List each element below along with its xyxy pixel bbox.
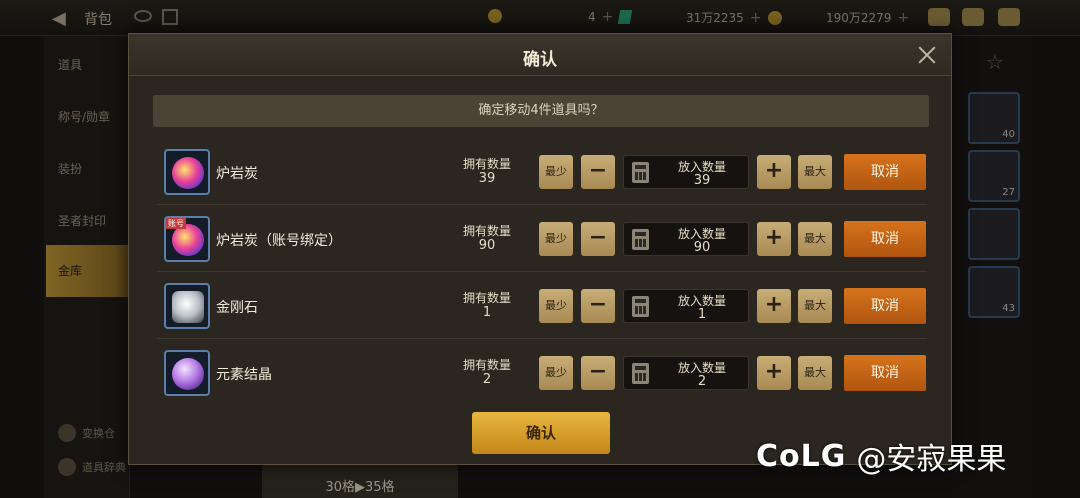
calculator-icon[interactable] [632,229,649,250]
owned-label: 拥有数量 [462,157,511,171]
cancel-button[interactable]: 取消 [844,221,926,257]
element-crystal-icon [164,350,210,396]
max-button[interactable]: 最大 [798,155,832,189]
owned-label: 拥有数量 [462,224,511,238]
watermark: CoLG @安寂果果 [756,434,1006,478]
increase-button[interactable]: + [757,356,791,390]
owned-label: 拥有数量 [462,291,511,305]
put-quantity-field[interactable]: 放入数量 39 [623,155,749,189]
lava-coal-icon [164,149,210,195]
put-quantity-field[interactable]: 放入数量 2 [623,356,749,390]
owned-count: 1 [482,305,492,320]
bind-tag: 账号 [166,218,186,229]
confirm-prompt: 确定移动4件道具吗？ [153,95,929,127]
item-row: 元素结晶 拥有数量 2 最少 − 放入数量 2 + 最大 取消 [157,340,927,406]
calculator-icon[interactable] [632,363,649,384]
item-row: 金刚石 拥有数量 1 最少 − 放入数量 1 + 最大 取消 [157,273,927,339]
decrease-button[interactable]: − [581,356,615,390]
decrease-button[interactable]: − [581,222,615,256]
max-button[interactable]: 最大 [798,222,832,256]
increase-button[interactable]: + [757,155,791,189]
put-count: 39 [693,173,711,188]
max-button[interactable]: 最大 [798,289,832,323]
close-icon[interactable] [913,41,941,69]
decrease-button[interactable]: − [581,289,615,323]
diamond-icon [164,283,210,329]
owned-label: 拥有数量 [462,358,511,372]
item-row: 炉岩炭 拥有数量 39 最少 − 放入数量 39 + 最大 取消 [157,139,927,205]
confirm-button[interactable]: 确认 [472,412,610,454]
put-count: 2 [697,374,707,389]
item-name: 元素结晶 [216,367,272,383]
put-count: 90 [693,240,711,255]
min-button[interactable]: 最少 [539,222,573,256]
decrease-button[interactable]: − [581,155,615,189]
watermark-user: @安寂果果 [856,442,1007,477]
item-name: 炉岩炭 [216,166,258,182]
increase-button[interactable]: + [757,289,791,323]
item-name: 金刚石 [216,300,258,316]
owned-count: 90 [478,238,496,253]
calculator-icon[interactable] [632,296,649,317]
confirm-move-dialog: 确认 确定移动4件道具吗？ 炉岩炭 拥有数量 39 最少 − 放入数量 39 +… [128,33,952,465]
lava-coal-bound-icon: 账号 [164,216,210,262]
put-count: 1 [697,307,707,322]
cancel-button[interactable]: 取消 [844,288,926,324]
put-quantity-field[interactable]: 放入数量 90 [623,222,749,256]
min-button[interactable]: 最少 [539,356,573,390]
min-button[interactable]: 最少 [539,289,573,323]
min-button[interactable]: 最少 [539,155,573,189]
watermark-logo: CoLG [756,438,847,474]
cancel-button[interactable]: 取消 [844,355,926,391]
calculator-icon[interactable] [632,162,649,183]
item-row: 账号 炉岩炭（账号绑定） 拥有数量 90 最少 − 放入数量 90 + 最大 取… [157,206,927,272]
owned-count: 39 [478,171,496,186]
owned-count: 2 [482,372,492,387]
increase-button[interactable]: + [757,222,791,256]
dialog-header: 确认 [129,34,951,76]
max-button[interactable]: 最大 [798,356,832,390]
dialog-title: 确认 [523,50,557,70]
cancel-button[interactable]: 取消 [844,154,926,190]
put-quantity-field[interactable]: 放入数量 1 [623,289,749,323]
item-name: 炉岩炭（账号绑定） [216,233,342,249]
